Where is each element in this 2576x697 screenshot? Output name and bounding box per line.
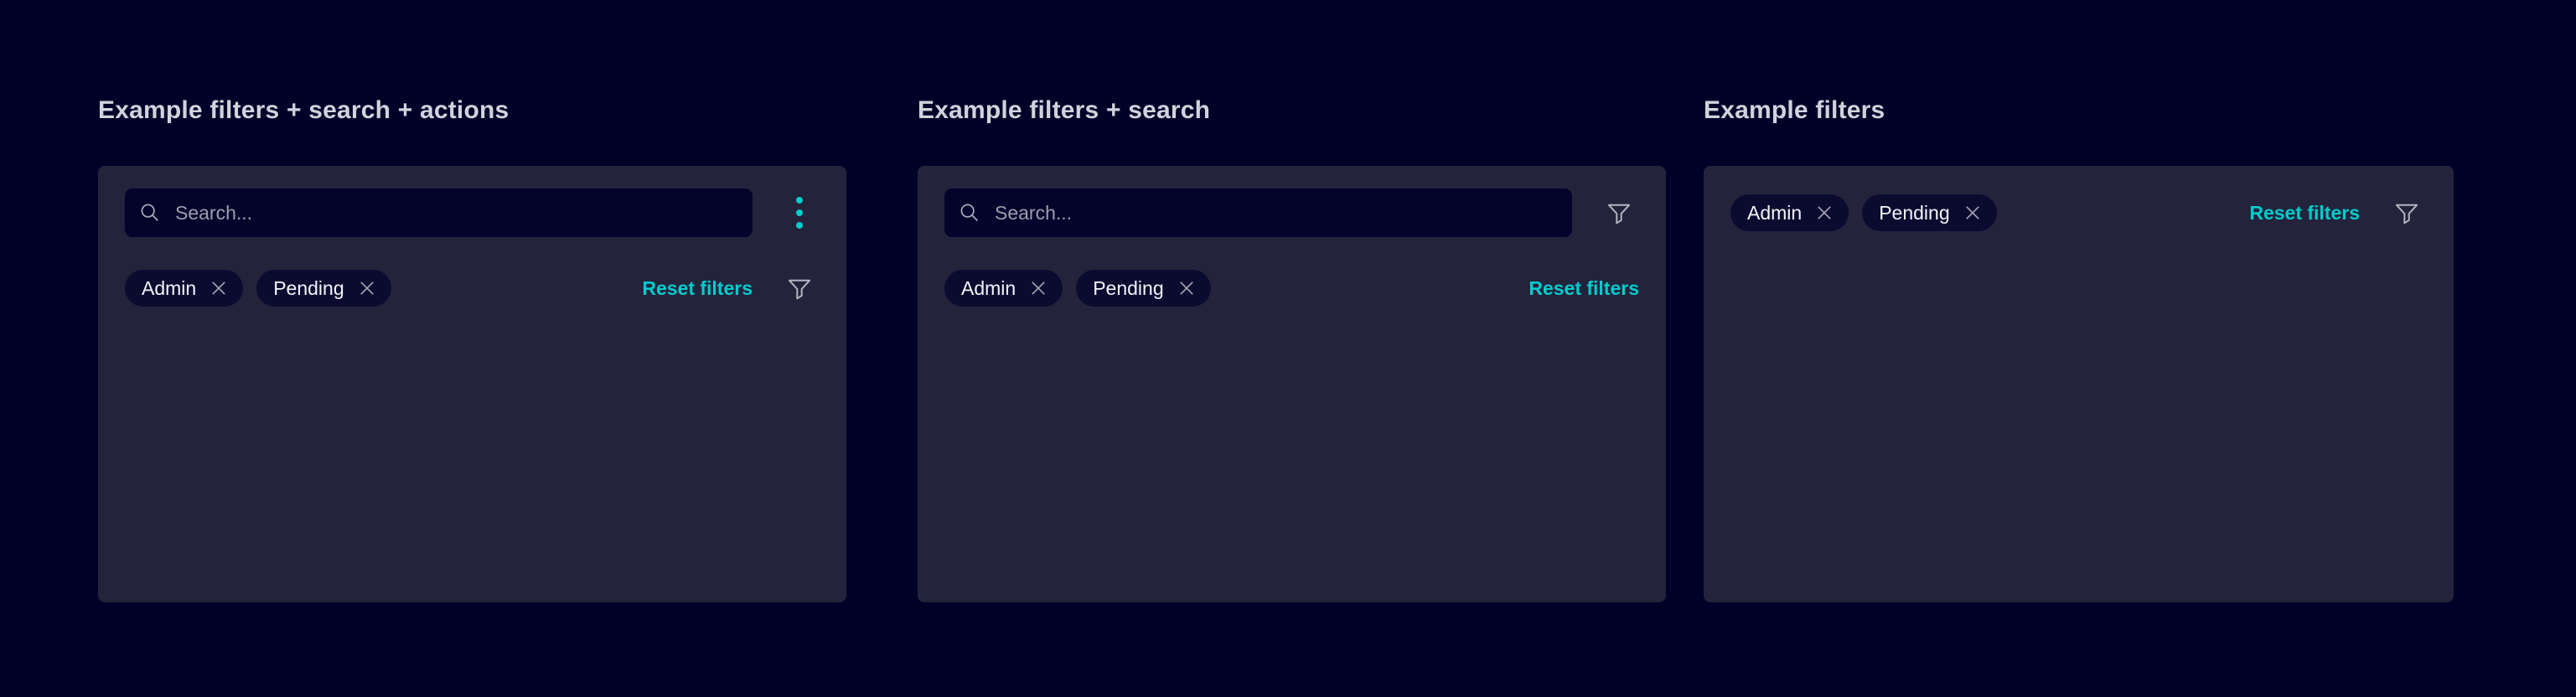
search-row: [944, 188, 1639, 237]
search-icon: [958, 201, 981, 225]
filter-funnel-icon: [1605, 199, 1633, 227]
reset-filters-link[interactable]: Reset filters: [1529, 277, 1639, 300]
search-icon: [138, 201, 162, 225]
chip-label: Pending: [1093, 276, 1164, 299]
section-title: Example filters + search: [918, 96, 1211, 124]
close-icon: [357, 278, 377, 298]
search-input[interactable]: [173, 200, 739, 225]
chip-close-button[interactable]: [1813, 202, 1835, 224]
filter-funnel-button[interactable]: [2387, 193, 2427, 233]
close-icon: [1177, 278, 1197, 298]
chip-close-button[interactable]: [1027, 277, 1049, 299]
filter-chip: Pending: [256, 270, 391, 307]
filter-chip: Pending: [1076, 270, 1211, 307]
chip-label: Pending: [273, 276, 344, 299]
close-icon: [1028, 278, 1048, 298]
close-icon: [1963, 203, 1983, 223]
demo-canvas: Example filters + search + actions Searc…: [0, 0, 2576, 697]
chip-close-button[interactable]: [1176, 277, 1197, 299]
filter-panel: Admin Pending: [98, 166, 846, 602]
filter-funnel-icon: [2392, 199, 2421, 227]
section-title: Example filters + search + actions: [98, 96, 510, 124]
search-row: [125, 188, 820, 237]
chip-label: Admin: [142, 276, 197, 299]
filter-chips-row: Admin Pending Reset filters: [1730, 194, 2427, 231]
filter-chip: Admin: [944, 270, 1063, 307]
reset-filters-link[interactable]: Reset filters: [642, 277, 753, 300]
chip-label: Admin: [961, 276, 1016, 299]
close-icon: [209, 278, 229, 298]
filter-chip: Admin: [1730, 194, 1849, 231]
chip-label: Admin: [1747, 201, 1803, 224]
chip-label: Pending: [1879, 201, 1950, 224]
section-filters-only: Example filters Admin Pending Reset filt…: [1704, 94, 2454, 602]
filter-funnel-icon: [785, 274, 814, 302]
chip-close-button[interactable]: [1962, 202, 1984, 224]
filter-panel: Admin Pending: [918, 166, 1666, 602]
filter-chips-row: Admin Pending Reset filters: [944, 270, 1639, 307]
filter-chip: Admin: [125, 270, 244, 307]
filter-funnel-button[interactable]: [1599, 193, 1639, 233]
kebab-menu-icon: [796, 197, 803, 229]
chip-close-button[interactable]: [208, 277, 230, 299]
search-input[interactable]: [993, 200, 1559, 225]
section-filters-search-actions: Example filters + search + actions Searc…: [98, 94, 846, 602]
filter-funnel-button[interactable]: [779, 268, 820, 308]
close-icon: [1814, 203, 1834, 223]
section-filters-search: Example filters + search Search... Admin…: [918, 94, 1666, 602]
chip-close-button[interactable]: [356, 277, 378, 299]
search-field: [125, 188, 753, 237]
reset-filters-link[interactable]: Reset filters: [2249, 202, 2360, 225]
filter-chips-row: Admin Pending Reset filters: [125, 270, 820, 307]
filter-panel: Admin Pending: [1704, 166, 2454, 602]
kebab-menu-button[interactable]: [779, 193, 820, 233]
search-field: [944, 188, 1572, 237]
filter-chip: Pending: [1862, 194, 1997, 231]
section-title: Example filters: [1704, 96, 1885, 124]
